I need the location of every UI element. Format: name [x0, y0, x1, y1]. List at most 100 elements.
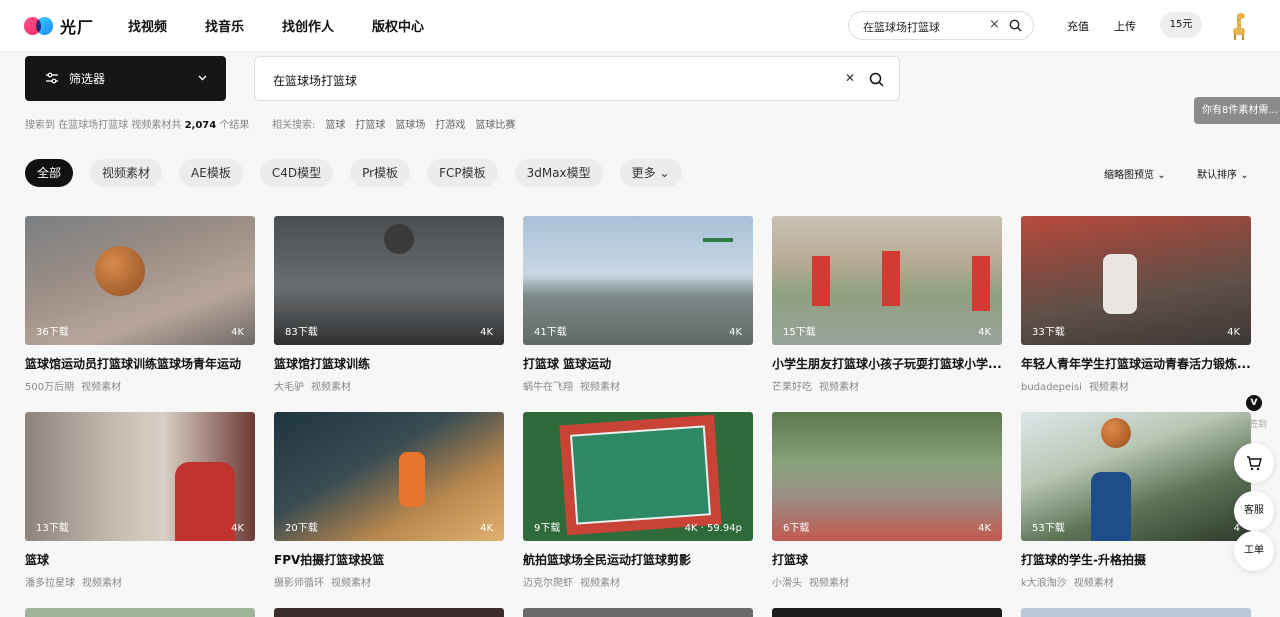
- chevron-down-icon: ⌄: [1240, 170, 1249, 181]
- asset-title[interactable]: 篮球馆运动员打篮球训练篮球场青年运动: [25, 355, 255, 372]
- related-link[interactable]: 篮球比赛: [475, 116, 515, 131]
- nav-find-video[interactable]: 找视频: [128, 16, 167, 35]
- related-label: 相关搜索:: [272, 120, 316, 131]
- asset-card[interactable]: 6下载 4K 打篮球 小滑头 视频素材: [772, 412, 1002, 589]
- asset-title[interactable]: FPV拍摄打篮球投篮: [274, 551, 504, 568]
- giraffe-avatar-icon[interactable]: [1228, 12, 1250, 40]
- main-search-input[interactable]: 在篮球场打篮球: [273, 72, 357, 89]
- chevron-down-icon: ⌄: [1157, 170, 1166, 181]
- nav-find-music[interactable]: 找音乐: [205, 16, 244, 35]
- video-thumbnail[interactable]: 41下载 4K: [523, 216, 753, 345]
- tab-video[interactable]: 视频素材: [90, 159, 163, 187]
- cart-button[interactable]: [1234, 443, 1274, 483]
- tab-fcp-template[interactable]: FCP模板: [427, 159, 498, 187]
- asset-meta: 大毛驴 视频素材: [274, 378, 504, 393]
- asset-card[interactable]: 20下载 4K FPV拍摄打篮球投篮 摄影师循环 视频素材: [274, 412, 504, 589]
- asset-author[interactable]: 大毛驴: [274, 382, 304, 393]
- sort-order-dropdown[interactable]: 默认排序 ⌄: [1197, 166, 1249, 181]
- video-thumbnail[interactable]: 13下载 4K: [25, 412, 255, 541]
- quality-label: 4K: [978, 523, 991, 534]
- video-thumbnail[interactable]: 33下载 4K: [1021, 216, 1251, 345]
- quality-label: 4K: [978, 327, 991, 338]
- video-thumbnail[interactable]: 20下载 4K: [274, 412, 504, 541]
- video-thumbnail[interactable]: 36下载 4K: [25, 216, 255, 345]
- video-thumbnail[interactable]: 53下载 4: [1021, 412, 1251, 541]
- quality-label: 4K: [231, 523, 244, 534]
- tab-ae-template[interactable]: AE模板: [179, 159, 243, 187]
- video-thumbnail[interactable]: [274, 608, 504, 617]
- asset-card[interactable]: 33下载 4K 年轻人青年学生打篮球运动青春活力锻炼... budadepeis…: [1021, 216, 1251, 393]
- tab-c4d-model[interactable]: C4D模型: [259, 159, 334, 187]
- customer-service-button[interactable]: 客服: [1234, 491, 1274, 531]
- asset-title[interactable]: 小学生朋友打篮球小孩子玩耍打篮球小学...: [772, 355, 1002, 372]
- tab-3dmax-model[interactable]: 3dMax模型: [514, 159, 603, 187]
- related-link[interactable]: 打游戏: [435, 116, 465, 131]
- asset-card[interactable]: 83下载 4K 篮球馆打篮球训练 大毛驴 视频素材: [274, 216, 504, 393]
- clear-search-icon[interactable]: ✕: [843, 71, 857, 85]
- video-thumbnail[interactable]: [25, 608, 255, 617]
- nav-copyright-center[interactable]: 版权中心: [372, 16, 424, 35]
- asset-card[interactable]: 53下载 4 打篮球的学生-升格拍摄 k大浪淘沙 视频素材: [1021, 412, 1251, 589]
- asset-author[interactable]: 芒果好吃: [772, 382, 812, 393]
- related-link[interactable]: 篮球: [325, 116, 345, 131]
- nav-find-creator[interactable]: 找创作人: [282, 16, 334, 35]
- top-search-clear-icon[interactable]: ×: [989, 17, 1000, 32]
- player-shape: [1103, 254, 1137, 314]
- top-search-icon[interactable]: [1009, 19, 1022, 32]
- asset-title[interactable]: 打篮球: [772, 551, 1002, 568]
- asset-meta: 潘多拉星球 视频素材: [25, 574, 255, 589]
- related-link[interactable]: 篮球场: [395, 116, 425, 131]
- asset-title[interactable]: 打篮球的学生-升格拍摄: [1021, 551, 1251, 568]
- balance-badge[interactable]: 15元: [1160, 12, 1202, 38]
- asset-author[interactable]: budadepeisi: [1021, 382, 1082, 393]
- vip-badge[interactable]: V: [1246, 395, 1262, 411]
- signin-link[interactable]: 签到: [1249, 417, 1267, 430]
- download-count: 33下载: [1032, 327, 1065, 338]
- asset-author[interactable]: 蜗牛在飞翔: [523, 382, 573, 393]
- asset-type: 视频素材: [809, 578, 849, 589]
- asset-author[interactable]: 摄影师循环: [274, 578, 324, 589]
- video-thumbnail[interactable]: 15下载 4K: [772, 216, 1002, 345]
- tab-more[interactable]: 更多 ⌄: [619, 159, 682, 187]
- player-shape: [882, 251, 900, 306]
- asset-title[interactable]: 航拍篮球场全民运动打篮球剪影: [523, 551, 753, 568]
- asset-title[interactable]: 篮球: [25, 551, 255, 568]
- asset-meta: 小滑头 视频素材: [772, 574, 1002, 589]
- search-icon[interactable]: [869, 72, 884, 87]
- asset-title[interactable]: 年轻人青年学生打篮球运动青春活力锻炼...: [1021, 355, 1251, 372]
- video-thumbnail[interactable]: 83下载 4K: [274, 216, 504, 345]
- upload-link[interactable]: 上传: [1114, 18, 1136, 34]
- asset-author[interactable]: 小滑头: [772, 578, 802, 589]
- asset-author[interactable]: 迈克尔爬虾: [523, 578, 573, 589]
- player-shape: [812, 256, 830, 306]
- asset-title[interactable]: 打篮球 篮球运动: [523, 355, 753, 372]
- asset-author[interactable]: 500万后期: [25, 382, 74, 393]
- pending-assets-notice[interactable]: 你有8件素材需...: [1194, 97, 1280, 124]
- brand-logo[interactable]: 光厂: [24, 14, 94, 38]
- asset-card[interactable]: 15下载 4K 小学生朋友打篮球小孩子玩耍打篮球小学... 芒果好吃 视频素材: [772, 216, 1002, 393]
- top-search-box[interactable]: 在篮球场打篮球 ×: [848, 11, 1034, 40]
- asset-title[interactable]: 篮球馆打篮球训练: [274, 355, 504, 372]
- asset-card[interactable]: 9下载 4K · 59.94p 航拍篮球场全民运动打篮球剪影 迈克尔爬虾 视频素材: [523, 412, 753, 589]
- related-link[interactable]: 打篮球: [355, 116, 385, 131]
- asset-card[interactable]: 13下载 4K 篮球 潘多拉星球 视频素材: [25, 412, 255, 589]
- video-thumbnail[interactable]: [772, 608, 1002, 617]
- player-shape: [1091, 472, 1131, 541]
- main-search-box[interactable]: 在篮球场打篮球 ✕: [254, 56, 900, 101]
- video-thumbnail[interactable]: [1021, 608, 1251, 617]
- video-thumbnail[interactable]: 6下载 4K: [772, 412, 1002, 541]
- asset-author[interactable]: k大浪淘沙: [1021, 578, 1067, 589]
- preview-mode-dropdown[interactable]: 缩略图预览 ⌄: [1104, 166, 1166, 181]
- video-thumbnail[interactable]: 9下载 4K · 59.94p: [523, 412, 753, 541]
- video-thumbnail[interactable]: [523, 608, 753, 617]
- asset-card[interactable]: 41下载 4K 打篮球 篮球运动 蜗牛在飞翔 视频素材: [523, 216, 753, 393]
- tab-all[interactable]: 全部: [25, 159, 74, 187]
- result-summary: 搜索到 在篮球场打篮球 视频素材共 2,074 个结果: [25, 116, 249, 131]
- ticket-button[interactable]: 工单: [1234, 531, 1274, 571]
- tab-pr-template[interactable]: Pr模板: [350, 159, 411, 187]
- top-search-input[interactable]: 在篮球场打篮球: [863, 19, 940, 35]
- recharge-link[interactable]: 充值: [1067, 18, 1089, 34]
- filter-button[interactable]: 筛选器: [25, 56, 226, 101]
- asset-card[interactable]: 36下载 4K 篮球馆运动员打篮球训练篮球场青年运动 500万后期 视频素材: [25, 216, 255, 393]
- asset-author[interactable]: 潘多拉星球: [25, 578, 75, 589]
